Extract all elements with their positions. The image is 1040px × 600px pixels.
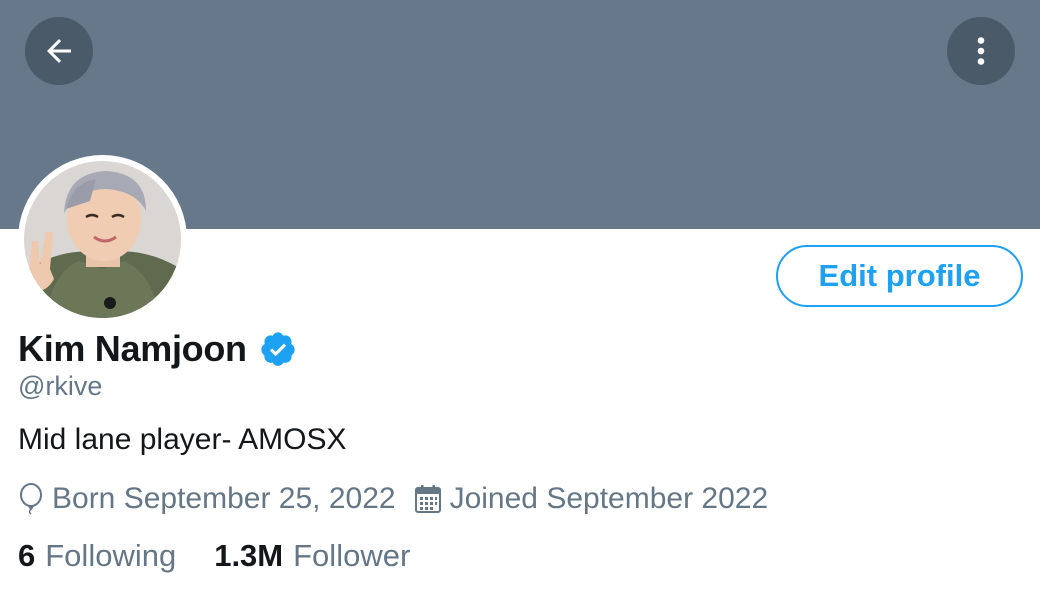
born-text: Born September 25, 2022 — [52, 482, 396, 515]
verified-badge-icon — [261, 332, 295, 366]
followers-count: 1.3M — [214, 538, 284, 573]
calendar-icon — [414, 485, 441, 513]
back-button[interactable] — [25, 17, 93, 85]
profile-bio: Mid lane player- AMOSX — [18, 423, 347, 456]
more-vertical-icon — [977, 37, 985, 65]
followers-label: Follower — [293, 538, 411, 573]
avatar-image — [24, 161, 181, 318]
following-label: Following — [45, 538, 177, 573]
balloon-icon — [20, 483, 42, 515]
profile-name: Kim Namjoon — [18, 328, 247, 369]
joined-item: Joined September 2022 — [414, 482, 769, 516]
followers-link[interactable]: 1.3M Follower — [214, 538, 410, 574]
profile-stats: 6 Following 1.3M Follower — [18, 536, 410, 576]
following-link[interactable]: 6 Following — [18, 538, 176, 574]
following-count: 6 — [18, 538, 36, 573]
arrow-left-icon — [47, 39, 71, 63]
avatar[interactable] — [18, 155, 187, 324]
profile-name-row: Kim Namjoon — [18, 326, 297, 372]
profile-meta: Born September 25, 2022 Joined September… — [18, 479, 768, 519]
more-options-button[interactable] — [947, 17, 1015, 85]
profile-handle: @rkive — [18, 371, 103, 401]
born-item: Born September 25, 2022 — [18, 482, 396, 516]
edit-profile-button[interactable]: Edit profile — [776, 245, 1023, 307]
joined-text: Joined September 2022 — [449, 482, 769, 515]
